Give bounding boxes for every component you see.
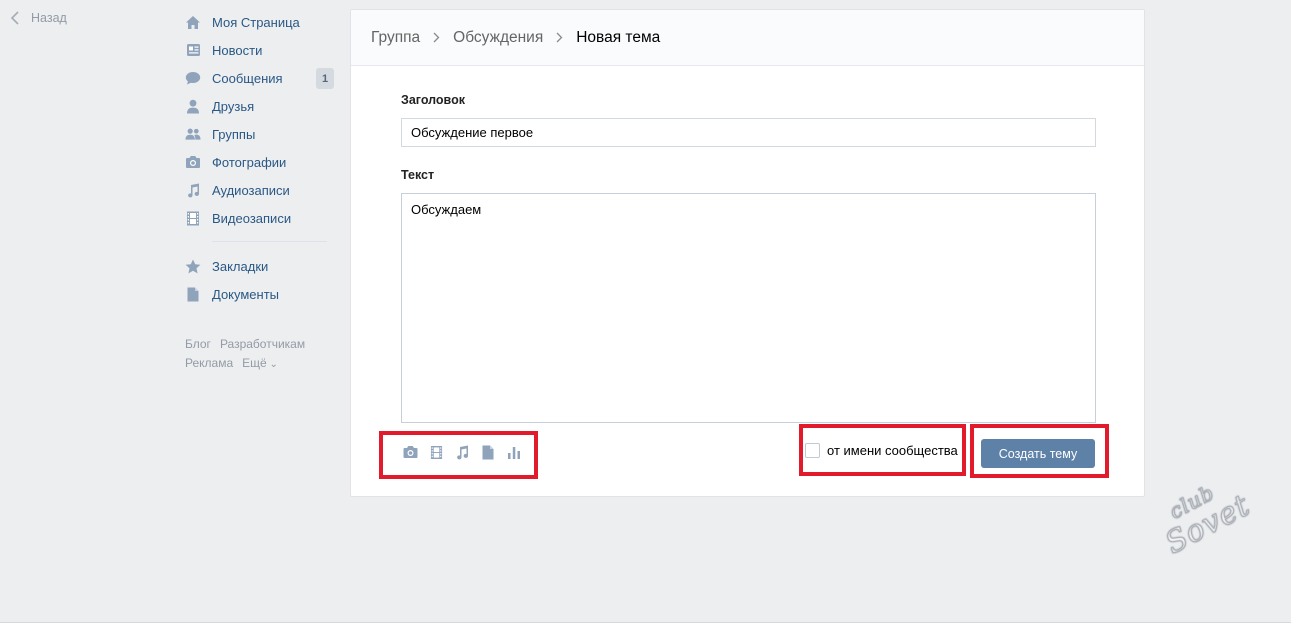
groups-icon (185, 126, 201, 142)
document-icon (185, 286, 201, 302)
nav-label: Закладки (212, 258, 269, 274)
text-area[interactable]: Обсуждаем (401, 193, 1096, 423)
breadcrumb-discussions[interactable]: Обсуждения (453, 29, 543, 47)
breadcrumb-current: Новая тема (576, 28, 661, 46)
news-icon (185, 42, 201, 58)
camera-icon[interactable] (401, 443, 419, 461)
nav-label: Фотографии (212, 154, 287, 170)
nav-item-documents[interactable]: Документы (185, 280, 335, 308)
footer-link-more[interactable]: Ещё (242, 356, 278, 370)
poll-icon[interactable] (505, 443, 523, 461)
title-label: Заголовок (401, 93, 465, 107)
chevron-right-icon (433, 32, 440, 43)
music-note-icon[interactable] (453, 443, 471, 461)
nav-item-photos[interactable]: Фотографии (185, 148, 335, 176)
nav-label: Документы (212, 286, 280, 302)
footer-link-developers[interactable]: Разработчикам (220, 337, 305, 351)
nav-item-audio[interactable]: Аудиозаписи (185, 176, 335, 204)
camera-icon (185, 154, 201, 170)
nav-label: Группы (212, 126, 256, 142)
nav-item-friends[interactable]: Друзья (185, 92, 335, 120)
back-label: Назад (31, 11, 67, 25)
nav-label: Аудиозаписи (212, 182, 290, 198)
nav-item-video[interactable]: Видеозаписи (185, 204, 335, 232)
checkbox-box[interactable] (805, 443, 820, 458)
nav-divider (212, 241, 327, 242)
film-icon[interactable] (427, 443, 445, 461)
breadcrumb: Группа Обсуждения Новая тема (351, 10, 1144, 66)
text-label: Текст (401, 168, 435, 182)
attachment-toolbar (401, 443, 531, 461)
star-icon (185, 258, 201, 274)
create-topic-button[interactable]: Создать тему (981, 439, 1095, 468)
new-topic-card: Группа Обсуждения Новая тема Заголовок Т… (350, 9, 1145, 497)
left-navigation: Моя Страница Новости Сообщения 1 Друзья … (185, 8, 335, 374)
nav-item-bookmarks[interactable]: Закладки (185, 252, 335, 280)
nav-item-news[interactable]: Новости (185, 36, 335, 64)
home-icon (185, 14, 201, 30)
nav-label: Новости (212, 42, 263, 58)
post-as-community-checkbox[interactable]: от имени сообщества (805, 443, 958, 458)
footer-link-ads[interactable]: Реклама (185, 356, 233, 370)
nav-item-my-page[interactable]: Моя Страница (185, 8, 335, 36)
film-icon (185, 210, 201, 226)
nav-label: Моя Страница (212, 14, 300, 30)
chevron-left-icon (10, 11, 19, 25)
breadcrumb-group[interactable]: Группа (371, 29, 420, 47)
chevron-right-icon (556, 32, 563, 43)
nav-item-messages[interactable]: Сообщения 1 (185, 64, 335, 92)
document-icon[interactable] (479, 443, 497, 461)
back-link[interactable]: Назад (10, 11, 67, 25)
footer-link-blog[interactable]: Блог (185, 337, 211, 351)
nav-item-groups[interactable]: Группы (185, 120, 335, 148)
post-as-community-label: от имени сообщества (827, 443, 958, 458)
nav-label: Видеозаписи (212, 210, 292, 226)
messages-count-badge: 1 (316, 68, 334, 89)
footer-links: Блог Разработчикам Реклама Ещё (185, 335, 335, 374)
friends-icon (185, 98, 201, 114)
messages-icon (185, 70, 201, 86)
music-note-icon (185, 182, 201, 198)
nav-label: Сообщения (212, 70, 283, 86)
nav-label: Друзья (212, 98, 255, 114)
title-input[interactable] (401, 118, 1096, 147)
